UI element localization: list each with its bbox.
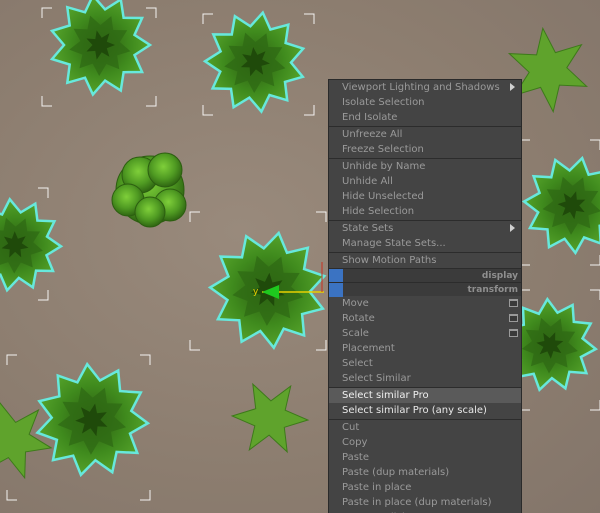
bounding-bracket (590, 255, 600, 266)
menu-item-label: Paste in place (342, 482, 412, 493)
quad-title-label: transform (467, 285, 519, 295)
options-box-icon[interactable] (509, 299, 518, 307)
menu-item-label: Copy (342, 437, 368, 448)
menu-item-paste-in-place[interactable]: Paste in place (329, 480, 521, 495)
menu-item-show-motion-paths[interactable]: Show Motion Paths (329, 253, 521, 268)
menu-item-label: Placement (342, 343, 395, 354)
menu-item-label: Paste in place (dup materials) (342, 497, 492, 508)
menu-item-select[interactable]: Select (329, 356, 521, 371)
menu-item-paste-in-place-dup-materials[interactable]: Paste in place (dup materials) (329, 495, 521, 510)
menu-item-label: Unfreeze All (342, 129, 403, 140)
menu-item-label: State Sets (342, 223, 394, 234)
menu-item-label: Viewport Lighting and Shadows (342, 82, 500, 93)
bounding-bracket (38, 187, 49, 198)
plant-leafy[interactable] (230, 382, 310, 454)
menu-item-label: Select similar Pro (any scale) (342, 405, 487, 416)
gizmo-axis-label: y (253, 287, 259, 297)
menu-item-label: Move (342, 298, 369, 309)
menu-item-label: Scale (342, 328, 369, 339)
bounding-bracket (140, 354, 151, 365)
bounding-bracket (590, 139, 600, 150)
bounding-bracket (590, 289, 600, 300)
bounding-bracket (146, 7, 157, 18)
bounding-bracket (38, 290, 49, 301)
menu-item-label: Manage State Sets... (342, 238, 446, 249)
quad-color-block[interactable] (329, 283, 343, 297)
menu-item-move[interactable]: Move (329, 296, 521, 311)
bounding-bracket (189, 340, 200, 351)
menu-item-label: Paste (dup materials) (342, 467, 450, 478)
bounding-bracket (41, 96, 52, 107)
menu-item-state-sets[interactable]: State Sets (329, 221, 521, 236)
bounding-bracket (304, 105, 315, 116)
plant-leafy[interactable] (0, 402, 53, 480)
bounding-bracket (6, 490, 17, 501)
quad-title-display: display (329, 268, 521, 283)
menu-item-label: Unhide by Name (342, 161, 426, 172)
quad-title-transform: transform (329, 282, 521, 297)
bounding-bracket (590, 400, 600, 411)
bounding-bracket (189, 211, 200, 222)
menu-item-label: Hide Selection (342, 206, 415, 217)
plant-succulent[interactable] (35, 361, 151, 478)
bounding-bracket (41, 7, 52, 18)
menu-item-unhide-by-name[interactable]: Unhide by Name (329, 159, 521, 174)
bounding-bracket (316, 211, 327, 222)
quad-title-label: display (481, 271, 518, 281)
plant-succulent[interactable] (0, 197, 64, 293)
options-box-icon[interactable] (509, 314, 518, 322)
menu-item-label: End Isolate (342, 112, 398, 123)
menu-item-isolate-selection[interactable]: Isolate Selection (329, 95, 521, 110)
menu-item-manage-state-sets[interactable]: Manage State Sets... (329, 236, 521, 251)
menu-item-select-similar[interactable]: Select Similar (329, 371, 521, 386)
plant-succulent[interactable] (521, 155, 600, 256)
menu-item-label: Unhide All (342, 176, 393, 187)
menu-item-label: Freeze Selection (342, 144, 424, 155)
menu-item-label: Cut (342, 422, 360, 433)
bounding-bracket (202, 105, 213, 116)
menu-item-copy[interactable]: Copy (329, 435, 521, 450)
quad-menu[interactable]: Viewport Lighting and Shadows Isolate Sel… (328, 79, 522, 513)
menu-item-label: Select (342, 358, 373, 369)
menu-item-freeze-selection[interactable]: Freeze Selection (329, 142, 521, 157)
menu-item-label: Hide Unselected (342, 191, 424, 202)
plant-succulent[interactable] (202, 10, 306, 114)
menu-item-label: Isolate Selection (342, 97, 425, 108)
menu-item-label: Show Motion Paths (342, 255, 437, 266)
menu-item-end-isolate[interactable]: End Isolate (329, 110, 521, 125)
bounding-bracket (146, 96, 157, 107)
menu-item-paste[interactable]: Paste (329, 450, 521, 465)
menu-item-unhide-all[interactable]: Unhide All (329, 174, 521, 189)
menu-item-select-similar-pro[interactable]: Select similar Pro (329, 388, 521, 403)
quad-color-block[interactable] (329, 269, 343, 283)
menu-item-hide-unselected[interactable]: Hide Unselected (329, 189, 521, 204)
menu-item-label: Select similar Pro (342, 390, 429, 401)
menu-item-label: Rotate (342, 313, 375, 324)
menu-item-label: Paste (342, 452, 369, 463)
bounding-bracket (316, 340, 327, 351)
options-box-icon[interactable] (509, 329, 518, 337)
menu-item-unfreeze-all[interactable]: Unfreeze All (329, 127, 521, 142)
plant-succulent[interactable] (49, 0, 153, 97)
menu-item-placement[interactable]: Placement (329, 341, 521, 356)
bounding-bracket (202, 13, 213, 24)
menu-item-cut[interactable]: Cut (329, 420, 521, 435)
bounding-bracket (304, 13, 315, 24)
submenu-arrow-icon (510, 83, 515, 91)
menu-item-label: Select Similar (342, 373, 411, 384)
menu-item-scale[interactable]: Scale (329, 326, 521, 341)
menu-item-hide-selection[interactable]: Hide Selection (329, 204, 521, 219)
bounding-bracket (6, 354, 17, 365)
menu-item-rotate[interactable]: Rotate (329, 311, 521, 326)
plant-bush[interactable] (111, 152, 187, 228)
menu-item-select-similar-pro-any-scale[interactable]: Select similar Pro (any scale) (329, 403, 521, 418)
bounding-bracket (140, 490, 151, 501)
menu-item-paste-dup-materials[interactable]: Paste (dup materials) (329, 465, 521, 480)
menu-item-viewport-lighting-and-shadows[interactable]: Viewport Lighting and Shadows (329, 80, 521, 95)
submenu-arrow-icon (510, 224, 515, 232)
viewport-3d[interactable]: y Viewport Lighting and Shadows Isolate S… (0, 0, 600, 513)
